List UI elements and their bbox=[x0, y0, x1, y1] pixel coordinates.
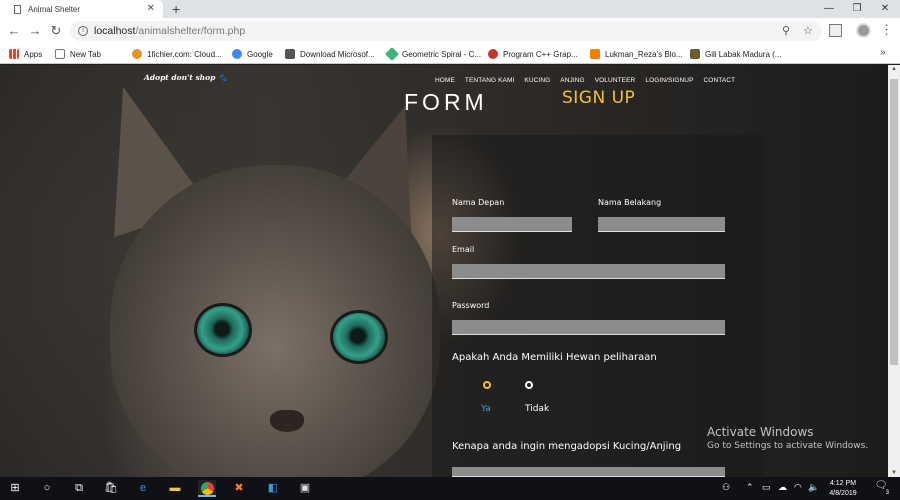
omnibox[interactable]: i localhost/animalshelter/form.php ⚲ ☆ bbox=[70, 21, 822, 41]
tab-title: Animal Shelter bbox=[28, 4, 81, 14]
clock[interactable]: 4:12 PM 4/8/2019 bbox=[820, 479, 866, 499]
nav-volunteer[interactable]: VOLUNTEER bbox=[595, 77, 636, 84]
signup-title: SIGN UP bbox=[562, 88, 636, 108]
email-input[interactable] bbox=[452, 264, 725, 279]
page-icon bbox=[55, 49, 65, 59]
scroll-down-arrow-icon[interactable]: ▼ bbox=[888, 470, 900, 476]
pet-question: Apakah Anda Memiliki Hewan peliharaan bbox=[452, 352, 657, 363]
email-label: Email bbox=[452, 245, 475, 254]
site-logo[interactable]: Adopt don't shop 🐾 bbox=[144, 73, 227, 82]
bookmark-star-icon[interactable]: ☆ bbox=[803, 24, 813, 37]
site-icon bbox=[690, 49, 700, 59]
last-name-label: Nama Belakang bbox=[598, 198, 662, 207]
people-icon[interactable]: ⚇ bbox=[722, 482, 730, 493]
bookmark-google[interactable]: Google bbox=[232, 47, 273, 61]
close-window-icon[interactable]: ✕ bbox=[871, 0, 899, 18]
password-label: Password bbox=[452, 301, 490, 310]
maximize-icon[interactable]: ❐ bbox=[843, 0, 871, 18]
url-text[interactable]: localhost/animalshelter/form.php bbox=[94, 25, 245, 37]
last-name-input[interactable] bbox=[598, 217, 725, 232]
edge-icon[interactable]: e bbox=[134, 480, 152, 497]
vscode-icon[interactable]: ◧ bbox=[264, 480, 282, 497]
extension-icon[interactable] bbox=[829, 24, 842, 37]
page-icon bbox=[14, 4, 21, 14]
address-bar-row: ← → ↻ i localhost/animalshelter/form.php… bbox=[0, 18, 900, 44]
nav-contact[interactable]: CONTACT bbox=[704, 77, 736, 84]
activate-windows-watermark: Activate Windows Go to Settings to activ… bbox=[707, 425, 869, 451]
more-bookmarks-icon[interactable]: » bbox=[880, 47, 886, 58]
xampp-icon[interactable]: ✖ bbox=[230, 480, 248, 497]
menu-dots-icon[interactable]: ⋮ bbox=[880, 22, 893, 38]
minimize-icon[interactable]: — bbox=[815, 0, 843, 18]
paw-icon: 🐾 bbox=[218, 73, 228, 82]
nav-tentang-kami[interactable]: TENTANG KAMI bbox=[465, 77, 514, 84]
scroll-up-arrow-icon[interactable]: ▲ bbox=[888, 66, 900, 72]
gem-icon bbox=[384, 46, 400, 62]
apps-grid-icon bbox=[9, 49, 19, 59]
radio-yes[interactable] bbox=[483, 381, 491, 389]
bookmark-apps[interactable]: Apps bbox=[9, 47, 42, 61]
store-icon[interactable]: 🛍 bbox=[102, 480, 120, 497]
search-circle-icon[interactable]: ○ bbox=[38, 480, 56, 497]
bookmark-new-tab[interactable]: New Tab bbox=[55, 47, 101, 61]
tab-animal-shelter[interactable]: Animal Shelter ✕ bbox=[0, 0, 163, 18]
reason-textarea[interactable] bbox=[452, 467, 725, 477]
back-arrow-icon[interactable]: ← bbox=[5, 22, 23, 40]
bookmark-1fichier[interactable]: 1fichier.com: Cloud... bbox=[132, 47, 222, 61]
taskbar: ⊞ ○ ⧉ 🛍 e ▬ ✖ ◧ ▣ ⚇ ⌃ ▭ ☁ ◠ 🔈 4:12 PM 4/… bbox=[0, 477, 900, 500]
nav-kucing[interactable]: KUCING bbox=[524, 77, 550, 84]
nav-anjing[interactable]: ANJING bbox=[560, 77, 584, 84]
microsoft-icon bbox=[285, 49, 295, 59]
program-icon bbox=[488, 49, 498, 59]
password-input[interactable] bbox=[452, 320, 725, 335]
chevron-up-icon[interactable]: ⌃ bbox=[746, 482, 754, 493]
profile-avatar[interactable] bbox=[856, 23, 871, 38]
reload-icon[interactable]: ↻ bbox=[47, 22, 65, 40]
page-title: FORM bbox=[404, 89, 488, 115]
bookmark-download-microsoft[interactable]: Download Microsof... bbox=[285, 47, 375, 61]
wifi-icon[interactable]: ◠ bbox=[794, 482, 802, 493]
windows-start-icon[interactable]: ⊞ bbox=[6, 480, 24, 497]
scroll-thumb[interactable] bbox=[890, 79, 898, 365]
radio-yes-label[interactable]: Ya bbox=[481, 404, 491, 414]
cloud-icon[interactable]: ☁ bbox=[778, 482, 787, 493]
bookmark-program-cpp[interactable]: Program C++ Grap... bbox=[488, 47, 578, 61]
radio-no[interactable] bbox=[525, 381, 533, 389]
bookmark-gili-labak[interactable]: Gili Labak Madura (... bbox=[690, 47, 781, 61]
nav-home[interactable]: HOME bbox=[435, 77, 455, 84]
battery-icon[interactable]: ▭ bbox=[762, 482, 771, 493]
volume-icon[interactable]: 🔈 bbox=[808, 482, 819, 493]
forward-arrow-icon[interactable]: → bbox=[26, 22, 44, 40]
site-nav: HOME TENTANG KAMI KUCING ANJING VOLUNTEE… bbox=[435, 77, 735, 84]
nav-login-signup[interactable]: LOGIN/SIGNUP bbox=[645, 77, 693, 84]
page-scrollbar[interactable]: ▲ ▼ bbox=[888, 65, 900, 477]
reason-question: Kenapa anda ingin mengadopsi Kucing/Anji… bbox=[452, 441, 682, 452]
bookmarks-bar: Apps New Tab 1fichier.com: Cloud... Goog… bbox=[0, 44, 900, 64]
close-tab-icon[interactable]: ✕ bbox=[147, 3, 155, 14]
radio-no-label[interactable]: Tidak bbox=[525, 404, 549, 414]
info-icon[interactable]: i bbox=[78, 26, 88, 36]
tab-strip: Animal Shelter ✕ + — ❐ ✕ bbox=[0, 0, 900, 18]
zoom-icon[interactable]: ⚲ bbox=[782, 24, 790, 37]
first-name-label: Nama Depan bbox=[452, 198, 505, 207]
task-view-icon[interactable]: ⧉ bbox=[70, 480, 88, 497]
new-tab-button[interactable]: + bbox=[172, 0, 180, 18]
google-icon bbox=[232, 49, 242, 59]
app-window-icon[interactable]: ▣ bbox=[296, 480, 314, 497]
action-center-icon[interactable]: 🗨 3 bbox=[873, 480, 889, 496]
first-name-input[interactable] bbox=[452, 217, 572, 232]
bookmark-lukman-blog[interactable]: Lukman_Reza's Blo... bbox=[590, 47, 683, 61]
page-viewport: Adopt don't shop 🐾 HOME TENTANG KAMI KUC… bbox=[0, 65, 888, 477]
file-explorer-icon[interactable]: ▬ bbox=[166, 480, 184, 497]
blogger-icon bbox=[590, 49, 600, 59]
chrome-icon[interactable] bbox=[198, 480, 216, 497]
1fichier-icon bbox=[132, 49, 142, 59]
bookmark-geometric-spiral[interactable]: Geometric Spiral - C... bbox=[384, 46, 481, 62]
